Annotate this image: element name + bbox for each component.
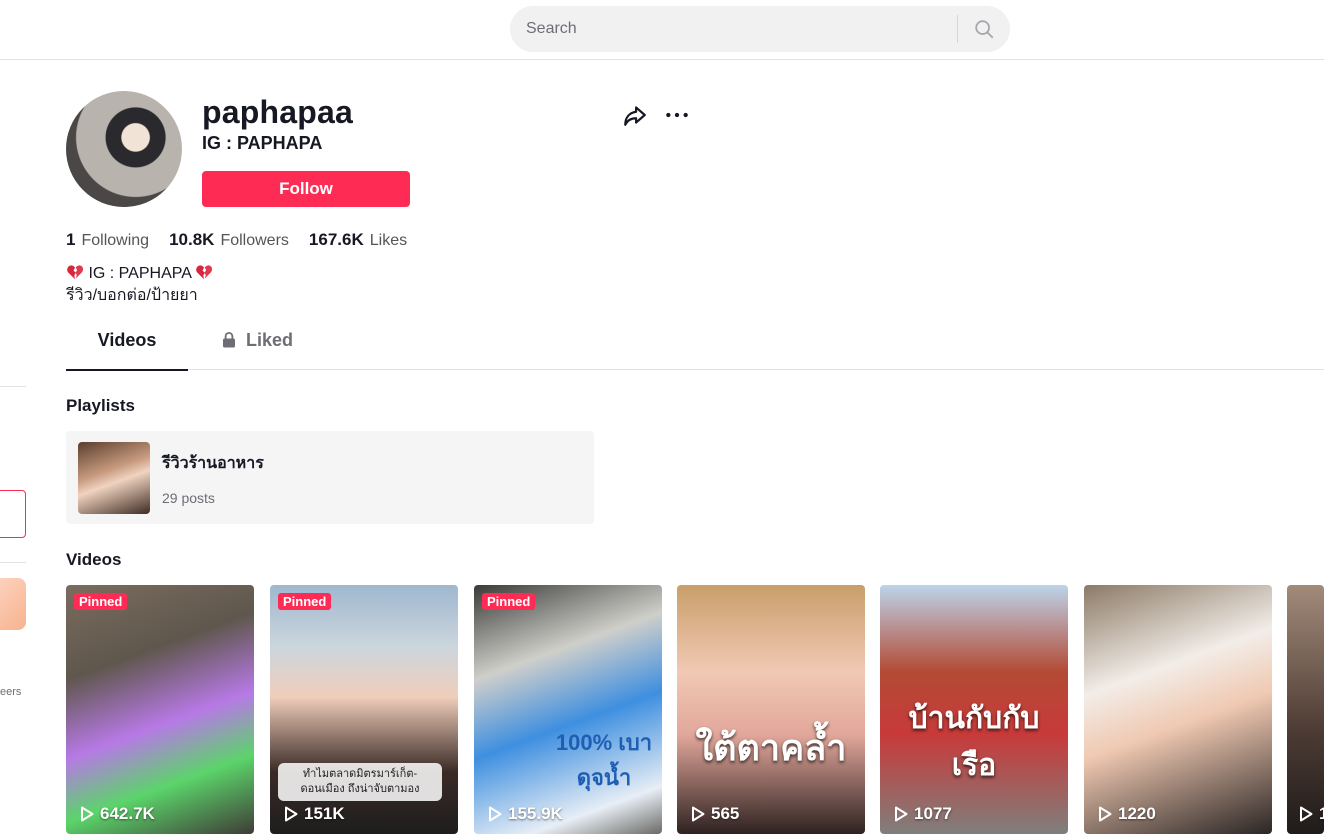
search-bar xyxy=(510,6,1010,52)
nickname: IG : PAPHAPA xyxy=(202,133,323,153)
pinned-badge: Pinned xyxy=(278,593,332,610)
follow-button[interactable]: Follow xyxy=(202,171,410,207)
video-card[interactable]: Pinned 100% เบาดุจน้ำ 155.9K xyxy=(474,585,662,834)
likes-stat: 167.6K Likes xyxy=(309,230,407,250)
view-count: 151K xyxy=(284,804,345,824)
followers-count: 10.8K xyxy=(169,230,215,249)
broken-heart-icon xyxy=(67,265,84,280)
bio-text-1: IG : PAPHAPA xyxy=(88,265,192,282)
lock-icon xyxy=(223,332,235,348)
play-icon xyxy=(1099,806,1112,822)
view-count: 1 xyxy=(1299,804,1324,824)
view-count: 1077 xyxy=(894,804,952,824)
view-count-value: 1077 xyxy=(914,804,952,823)
search-button[interactable] xyxy=(958,6,1010,52)
following-stat[interactable]: 1 Following xyxy=(66,230,149,250)
videos-title: Videos xyxy=(66,550,122,569)
likes-label: Likes xyxy=(369,232,408,249)
likes-count: 167.6K xyxy=(308,230,364,249)
profile-tabs: Videos Liked xyxy=(66,330,1324,371)
video-caption: 100% เบาดุจน้ำ xyxy=(555,730,653,790)
play-icon xyxy=(81,806,94,822)
view-count-value: 1220 xyxy=(1118,804,1156,823)
username: paphapaa xyxy=(202,94,353,130)
following-count: 1 xyxy=(66,230,76,249)
bio-line-2: รีวิว/บอกต่อ/ป้ายยา xyxy=(66,287,198,304)
view-count-value: 155.9K xyxy=(508,804,563,823)
sidebar-divider xyxy=(0,562,26,563)
view-count-value: 1 xyxy=(1319,804,1324,823)
broken-heart-icon xyxy=(196,265,213,280)
view-count: 642.7K xyxy=(80,804,155,824)
sidebar-text: eers xyxy=(0,686,22,698)
more-icon xyxy=(666,112,688,118)
playlist-post-count: 29 posts xyxy=(162,490,215,506)
video-card[interactable]: Pinned 642.7K xyxy=(66,585,254,834)
view-count: 1220 xyxy=(1098,804,1156,824)
video-caption: ใต้ตาคล้ำ xyxy=(695,727,847,768)
play-icon xyxy=(1300,806,1313,822)
playlist-card[interactable]: รีวิวร้านอาหาร 29 posts xyxy=(66,431,594,524)
sidebar-thumbnail[interactable] xyxy=(0,578,26,630)
share-button[interactable] xyxy=(622,102,648,128)
pinned-badge: Pinned xyxy=(482,593,536,610)
share-icon xyxy=(624,106,646,126)
video-card[interactable]: บ้านกับกับเรือ 1077 xyxy=(880,585,1068,834)
bio: IG : PAPHAPA รีวิว/บอกต่อ/ป้ายยา xyxy=(66,263,213,307)
playlist-thumbnail xyxy=(78,442,150,514)
view-count: 155.9K xyxy=(488,804,563,824)
video-caption: บ้านกับกับเรือ xyxy=(908,702,1040,782)
playlist-name: รีวิวร้านอาหาร xyxy=(162,455,264,472)
playlists-title: Playlists xyxy=(66,396,135,415)
tab-liked[interactable]: Liked xyxy=(220,330,293,370)
video-card[interactable]: ใต้ตาคล้ำ 565 xyxy=(677,585,865,834)
view-count: 565 xyxy=(691,804,739,824)
sidebar-divider xyxy=(0,386,26,387)
search-icon xyxy=(975,20,994,39)
profile-stats: 1 Following 10.8K Followers 167.6K Likes xyxy=(66,230,427,250)
search-input[interactable] xyxy=(510,20,957,38)
video-card[interactable]: 1220 xyxy=(1084,585,1272,834)
more-options-button[interactable] xyxy=(664,102,690,128)
tab-liked-label: Liked xyxy=(246,330,294,350)
video-card[interactable]: Pinned ทำไมตลาดมิตรมาร์เก็ต-ดอนเมือง ถึง… xyxy=(270,585,458,834)
sidebar-edge: eers xyxy=(0,60,26,834)
view-count-value: 565 xyxy=(711,804,740,823)
video-card[interactable]: 1 xyxy=(1287,585,1324,834)
view-count-value: 151K xyxy=(304,804,345,823)
play-icon xyxy=(692,806,705,822)
tab-videos[interactable]: Videos xyxy=(66,330,188,371)
top-bar xyxy=(0,0,1324,60)
view-count-value: 642.7K xyxy=(100,804,155,823)
following-label: Following xyxy=(81,232,150,249)
followers-stat[interactable]: 10.8K Followers xyxy=(169,230,289,250)
video-caption: ทำไมตลาดมิตรมาร์เก็ต-ดอนเมือง ถึงน่าจับต… xyxy=(278,763,442,801)
play-icon xyxy=(285,806,298,822)
video-grid: Pinned 642.7K Pinned ทำไมตลาดมิตรมาร์เก็… xyxy=(66,585,1324,834)
pinned-badge: Pinned xyxy=(74,593,128,610)
play-icon xyxy=(895,806,908,822)
followers-label: Followers xyxy=(220,232,289,249)
bio-line-1: IG : PAPHAPA xyxy=(66,263,213,285)
play-icon xyxy=(489,806,502,822)
avatar[interactable] xyxy=(66,91,182,207)
sidebar-login-button[interactable] xyxy=(0,490,26,538)
